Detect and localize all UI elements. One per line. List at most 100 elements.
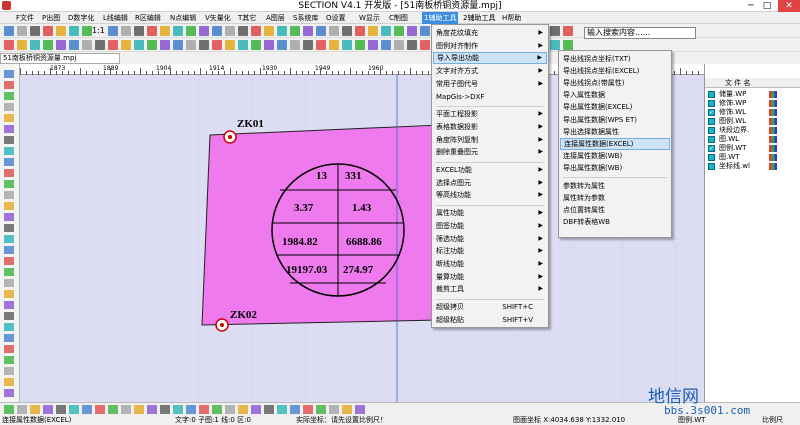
menu-item[interactable]: 导入导出功能 ▶	[433, 52, 547, 65]
menu-4[interactable]: R区编辑	[133, 12, 163, 24]
file-checkbox[interactable]	[708, 118, 715, 125]
bottom-tool-button[interactable]	[160, 405, 170, 414]
bottom-tool-button[interactable]	[355, 405, 365, 414]
toolbar-button[interactable]	[407, 26, 417, 36]
tool-icon[interactable]	[4, 147, 14, 155]
menu-item[interactable]: 导出属性数据(WPS ET)	[560, 114, 670, 126]
tool-icon[interactable]	[4, 224, 14, 232]
layer-style-icon[interactable]	[769, 127, 777, 134]
toolbar-button[interactable]	[316, 40, 326, 50]
file-checkbox[interactable]	[708, 100, 715, 107]
toolbar-button[interactable]	[199, 26, 209, 36]
file-checkbox[interactable]	[708, 91, 715, 98]
zoom-label[interactable]: 1:1	[92, 24, 105, 38]
file-row[interactable]: ✓ 修饰.WL	[705, 108, 800, 117]
toolbar-button[interactable]	[160, 40, 170, 50]
layer-style-icon[interactable]	[769, 154, 777, 161]
toolbar-button[interactable]	[4, 26, 14, 36]
bottom-tool-button[interactable]	[82, 405, 92, 414]
menu-3[interactable]: L线编辑	[101, 12, 130, 24]
menu-0[interactable]: F文件	[14, 12, 36, 24]
toolbar-button[interactable]	[550, 26, 560, 36]
file-checkbox[interactable]	[708, 154, 715, 161]
menu-item[interactable]: 导入属性数据	[560, 89, 670, 101]
tool-icon[interactable]	[4, 279, 14, 287]
menu-item[interactable]: 导出选择数据属性	[560, 126, 670, 138]
toolbar-button[interactable]	[303, 26, 313, 36]
tool-icon[interactable]	[4, 246, 14, 254]
bottom-tool-button[interactable]	[95, 405, 105, 414]
menu-item[interactable]: 裁剪工具 ▶	[433, 283, 547, 295]
menu-item[interactable]: 文字对齐方式 ▶	[433, 65, 547, 77]
maximize-button[interactable]: □	[760, 0, 774, 12]
menu-2[interactable]: D数字化	[66, 12, 96, 24]
toolbar-button[interactable]	[342, 26, 352, 36]
menu-item[interactable]: 连接属性数据(WB)	[560, 150, 670, 162]
toolbar-button[interactable]	[134, 26, 144, 36]
toolbar-button[interactable]	[173, 26, 183, 36]
toolbar-button[interactable]	[251, 26, 261, 36]
menu-9[interactable]: S系统库	[291, 12, 320, 24]
toolbar-button[interactable]	[355, 40, 365, 50]
file-checkbox[interactable]	[708, 136, 715, 143]
tool-icon[interactable]	[4, 125, 14, 133]
bottom-tool-button[interactable]	[30, 405, 40, 414]
tool-icon[interactable]	[4, 202, 14, 210]
menu-item[interactable]: 标注功能 ▶	[433, 245, 547, 257]
bottom-tool-button[interactable]	[238, 405, 248, 414]
tool-icon[interactable]	[4, 213, 14, 221]
toolbar-button[interactable]	[264, 26, 274, 36]
tool-icon[interactable]	[4, 191, 14, 199]
tool-icon[interactable]	[4, 257, 14, 265]
menu-item[interactable]: DBF转表格WB	[560, 216, 670, 228]
toolbar-button[interactable]	[277, 26, 287, 36]
menu-item[interactable]: 导出线拐点(带属性)	[560, 77, 670, 89]
toolbar-button[interactable]	[329, 40, 339, 50]
menu-item[interactable]: 导出线拐点坐标(EXCEL)	[560, 65, 670, 77]
bottom-tool-button[interactable]	[121, 405, 131, 414]
tool-icon[interactable]	[4, 92, 14, 100]
toolbar-button[interactable]	[108, 26, 118, 36]
tool-icon[interactable]	[4, 103, 14, 111]
menu-item[interactable]: 参数转为属性	[560, 180, 670, 192]
tool-icon[interactable]	[4, 70, 14, 78]
tool-icon[interactable]	[4, 389, 14, 397]
bottom-tool-button[interactable]	[134, 405, 144, 414]
bottom-tool-button[interactable]	[173, 405, 183, 414]
bottom-tool-button[interactable]	[186, 405, 196, 414]
tool-icon[interactable]	[4, 356, 14, 364]
menu-item[interactable]: EXCEL功能 ▶	[433, 164, 547, 176]
menu-item[interactable]: 角度阵列复制 ▶	[433, 134, 547, 146]
tool-icon[interactable]	[4, 301, 14, 309]
menu-item[interactable]: 图例对齐制作 ▶	[433, 40, 547, 52]
toolbar-button[interactable]	[108, 40, 118, 50]
tool-icon[interactable]	[4, 81, 14, 89]
toolbar-button[interactable]	[56, 40, 66, 50]
file-row[interactable]: 图例.WL	[705, 117, 800, 126]
menu-item[interactable]: 筛选功能 ▶	[433, 233, 547, 245]
search-input[interactable]: 输入搜索内容......	[584, 27, 696, 39]
toolbar-button[interactable]	[121, 26, 131, 36]
toolbar-button[interactable]	[134, 40, 144, 50]
layer-style-icon[interactable]	[769, 91, 777, 98]
menu-item[interactable]: 角度花纹填充 ▶	[433, 27, 547, 39]
toolbar-button[interactable]	[342, 40, 352, 50]
toolbar-button[interactable]	[420, 40, 430, 50]
toolbar-button[interactable]	[381, 26, 391, 36]
toolbar-button[interactable]	[563, 26, 573, 36]
menu-item[interactable]: 平面工程投影 ▶	[433, 108, 547, 120]
tool-icon[interactable]	[4, 136, 14, 144]
tool-icon[interactable]	[4, 334, 14, 342]
toolbar-button[interactable]	[264, 40, 274, 50]
menu-item[interactable]: 超级拷贝 SHIFT+C	[433, 301, 547, 313]
toolbar-button[interactable]	[563, 40, 573, 50]
toolbar-button[interactable]	[69, 26, 79, 36]
toolbar-button[interactable]	[173, 40, 183, 50]
menu-item[interactable]: 删除重叠图元 ▶	[433, 146, 547, 158]
toolbar-button[interactable]	[160, 26, 170, 36]
tool-icon[interactable]	[4, 169, 14, 177]
menu-item[interactable]: MapGis->DXF	[433, 91, 547, 103]
toolbar-button[interactable]	[82, 26, 92, 36]
toolbar-button[interactable]	[43, 40, 53, 50]
bottom-tool-button[interactable]	[316, 405, 326, 414]
